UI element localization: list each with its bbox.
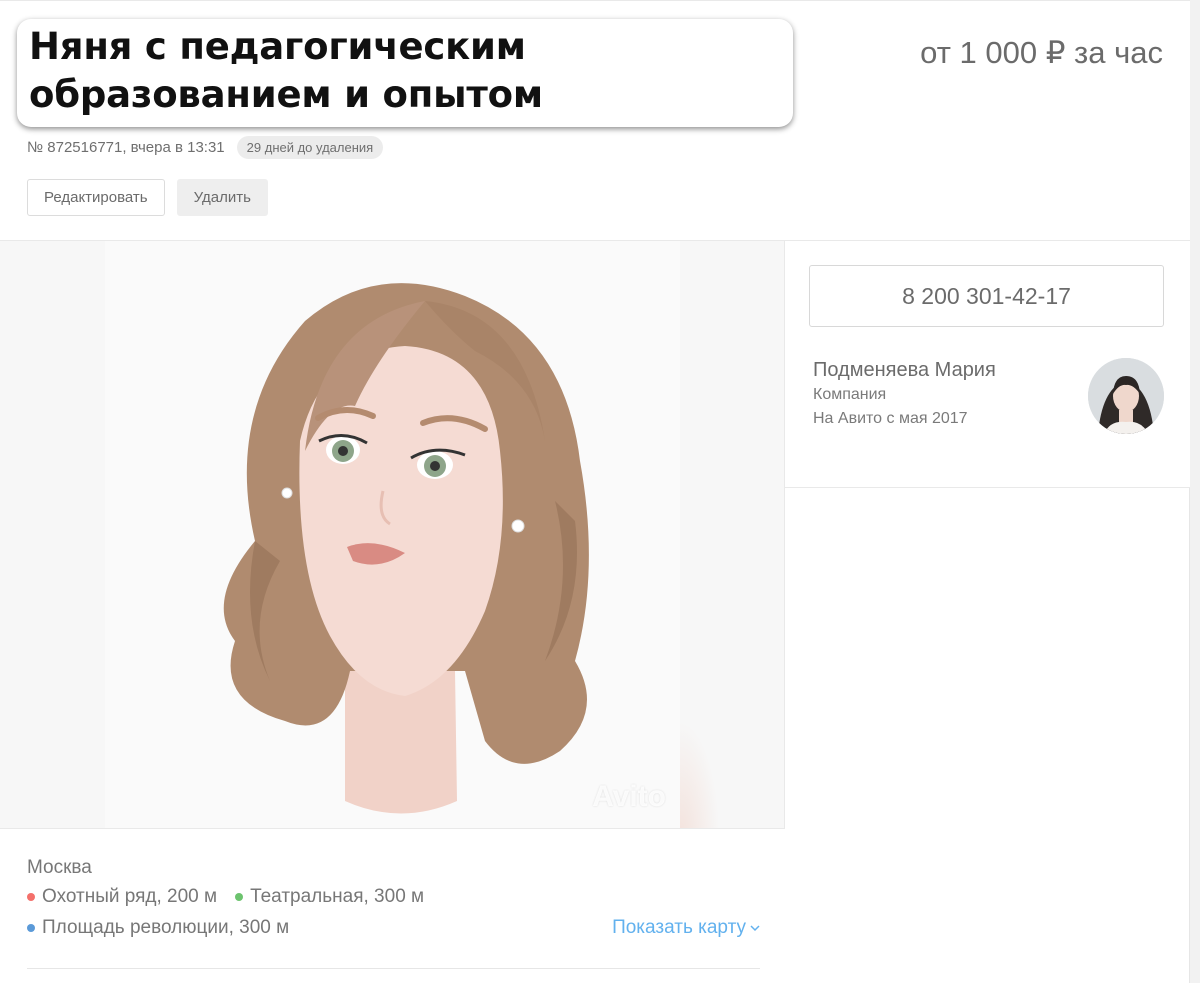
metro-station: Охотный ряд, 200 м	[27, 881, 217, 912]
phone-button[interactable]: 8 200 301-42-17	[809, 265, 1164, 327]
seller-panel: 8 200 301-42-17 Подменяева Мария Компани…	[785, 241, 1190, 488]
metro-dot-icon	[27, 892, 35, 901]
metro-dot-icon	[27, 923, 35, 932]
listing-actions: Редактировать Удалить	[27, 179, 268, 216]
listing-number-date: № 872516771, вчера в 13:31	[27, 139, 225, 156]
location-divider	[27, 968, 760, 969]
listing-header: Няня с педагогическим образованием и опы…	[0, 0, 1190, 241]
seller-name-link[interactable]: Подменяева Мария	[813, 359, 996, 382]
show-map-label: Показать карту	[612, 917, 746, 938]
avito-watermark: Avito	[592, 780, 666, 813]
delete-button[interactable]: Удалить	[176, 179, 268, 216]
listing-title: Няня с педагогическим образованием и опы…	[29, 25, 543, 116]
location-block: Москва Охотный ряд, 200 м Театральная, 3…	[27, 855, 760, 943]
metro-row-1: Охотный ряд, 200 м Театральная, 300 м	[27, 881, 760, 912]
deletion-badge: 29 дней до удаления	[236, 136, 384, 159]
avatar-illustration	[223, 283, 589, 814]
metro-station-label: Площадь революции, 300 м	[42, 917, 290, 938]
chevron-down-icon	[750, 925, 760, 932]
avatar[interactable]	[1088, 358, 1164, 434]
listing-price: от 1 000 ₽ за час	[920, 35, 1163, 70]
metro-dot-icon	[235, 892, 244, 901]
listing-page: Няня с педагогическим образованием и опы…	[0, 0, 1190, 983]
metro-station: Площадь революции, 300 м	[27, 912, 289, 943]
seller-since: На Авито с мая 2017	[813, 410, 968, 427]
show-map-link[interactable]: Показать карту	[612, 917, 760, 939]
metro-station: Театральная, 300 м	[235, 881, 424, 912]
listing-meta: № 872516771, вчера в 13:31 29 дней до уд…	[27, 136, 384, 159]
seller-type: Компания	[813, 386, 887, 403]
metro-station-label: Театральная, 300 м	[250, 886, 425, 907]
metro-station-label: Охотный ряд, 200 м	[42, 886, 218, 907]
next-photo-preview[interactable]	[680, 721, 720, 828]
edit-button[interactable]: Редактировать	[27, 179, 165, 216]
location-city: Москва	[27, 857, 92, 878]
photo-gallery[interactable]: Avito	[0, 241, 785, 829]
listing-photo[interactable]	[105, 241, 680, 828]
title-card: Няня с педагогическим образованием и опы…	[17, 19, 793, 127]
seller-avatar-image	[1088, 358, 1164, 434]
